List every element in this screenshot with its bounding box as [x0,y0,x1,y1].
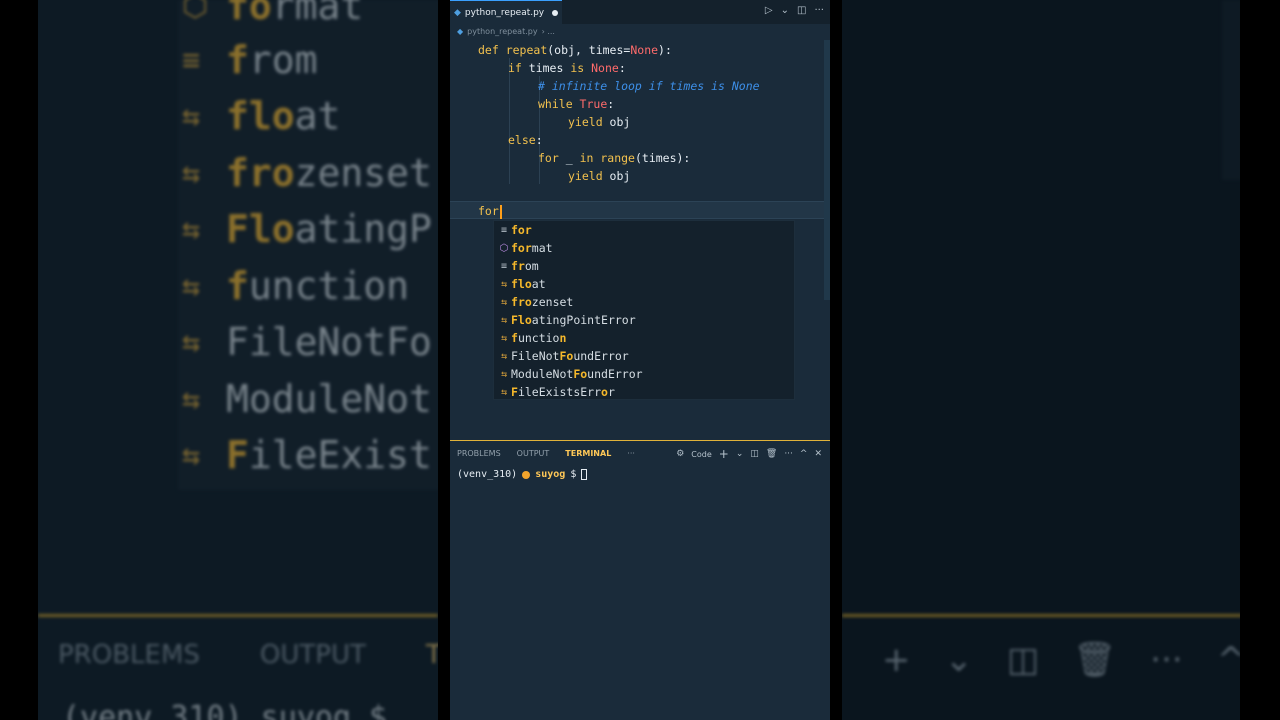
class-icon: ⇆ [500,368,508,380]
background-terminal-line: (venv_310) suyog $ [62,700,388,720]
keyword-icon: ≡ [500,224,508,236]
code-line: if times is None: [508,61,626,75]
tab-output[interactable]: OUTPUT [517,449,550,458]
background-panel-actions: +⌄◫🗑···^✕ [882,640,1280,680]
terminal-cursor [581,469,588,480]
code-line-current: for [478,202,502,220]
background-suggestion-row: ≡ f rom [182,38,318,82]
class-icon: ⇆ [500,350,508,362]
suggestion-item[interactable]: ⇆ Flo atingPointError [494,311,794,329]
new-terminal-icon[interactable]: + [719,447,729,461]
editor-scrollbar[interactable] [824,40,830,300]
code-line: yield obj [568,115,631,129]
background-left-blur: ⬡ fo rmat ≡ f rom ⇆ flo at ⇆ fro zenset ⇆ Flo atin… [0,0,438,720]
terminal-menu-chevron-icon[interactable]: ⌄ [736,449,744,459]
suggestion-item[interactable]: ⇆ ModuleNot Fo undError [494,365,794,383]
background-scrollbar [1222,0,1242,180]
background-left-content: ⬡ fo rmat ≡ f rom ⇆ flo at ⇆ fro zenset ⇆ Flo atin… [0,0,438,720]
unsaved-dot-icon[interactable] [552,9,559,16]
panel-tabs: PROBLEMS OUTPUT TERMINAL ··· [457,449,635,458]
close-panel-icon[interactable]: ✕ [814,449,822,459]
background-suggestion-row: ⇆ Flo atingP [182,207,432,251]
suggestion-item[interactable]: ⬡ fo r mat [494,239,794,257]
terminal-user: suyog [535,469,566,480]
split-terminal-icon[interactable]: ◫ [750,449,759,459]
background-letterbox-right [1240,0,1280,720]
panel-actions: ⚙ Code + ⌄ ◫ 🗑 ··· ^ ✕ [676,447,822,461]
background-suggestion-row: ⇆ f unction [182,264,410,308]
class-icon: ⇆ [500,332,508,344]
current-line-highlight [450,201,825,219]
more-actions-icon[interactable]: ··· [814,5,824,16]
background-letterbox-left [0,0,38,720]
class-icon: ⇆ [500,278,508,290]
split-editor-icon[interactable]: ◫ [797,5,806,16]
terminal-venv: (venv_310) [457,469,518,480]
code-comment: # infinite loop if times is None [538,79,760,93]
python-file-icon: ◆ [454,7,461,18]
autocomplete-suggestions: ≡ fo r ⬡ fo r mat ≡ f r om ⇆ flo at ⇆ f ro zense… [493,220,795,400]
panel-more-actions-icon[interactable]: ··· [784,449,793,459]
background-suggestion-row: ⇆ fro zenset [182,151,432,195]
tab-python-repeat[interactable]: ◆ python_repeat.py [450,0,562,24]
suggestion-item[interactable]: ≡ f r om [494,257,794,275]
panel-more-icon[interactable]: ··· [627,449,635,458]
python-file-icon: ◆ [457,27,464,36]
code-line: for _ in range(times): [538,151,691,165]
run-menu-chevron-icon[interactable]: ⌄ [781,5,789,16]
maximize-panel-icon[interactable]: ^ [800,449,808,459]
tab-filename: python_repeat.py [464,7,545,18]
background-right-content: +⌄◫🗑···^✕ [842,0,1280,720]
class-icon: ⇆ [500,386,508,398]
code-line: yield obj [568,169,631,183]
background-suggestion-row: ⇆ FileNotFo [182,320,432,364]
trash-icon[interactable]: 🗑 [766,449,777,459]
background-suggestion-row: ⇆ flo at [182,94,341,138]
suggestion-item[interactable]: ⇆ flo at [494,275,794,293]
code-editor-window: ◆ python_repeat.py ▷ ⌄ ◫ ··· ◆ python_re… [450,0,830,720]
breadcrumb-file[interactable]: python_repeat.py [467,27,537,36]
suggestion-item[interactable]: ⇆ f ro zenset [494,293,794,311]
code-line: else: [508,133,543,147]
terminal-prompt-symbol: $ [570,469,577,480]
background-suggestion-row: ⇆ FileExist [182,433,432,477]
background-panel-border [38,614,438,617]
code-line: def repeat(obj, times=None): [478,43,672,57]
user-emoji-icon [522,470,531,479]
suggestion-item[interactable]: ⇆ FileExistsErr o r [494,383,794,401]
terminal-prompt[interactable]: (venv_310) suyog $ [457,469,588,480]
tab-terminal[interactable]: TERMINAL [565,449,611,458]
suggestion-item[interactable]: ≡ fo r [494,221,794,239]
class-icon: ⇆ [500,296,508,308]
module-icon: ⬡ [499,242,509,254]
editor-actions: ▷ ⌄ ◫ ··· [765,5,824,16]
breadcrumb: ◆ python_repeat.py › ... [457,27,555,36]
background-panel-border [842,614,1242,617]
background-suggestion-row: ⬡ fo rmat [182,0,364,28]
background-suggestion-row: ⇆ ModuleNot [182,377,432,421]
tab-problems[interactable]: PROBLEMS [457,449,501,458]
shell-icon: ⚙ [676,449,685,459]
code-line: while True: [538,97,615,111]
text-cursor [499,204,502,219]
indent-guide [539,166,540,184]
shell-label[interactable]: Code [691,450,711,459]
editor-tab-bar: ◆ python_repeat.py ▷ ⌄ ◫ ··· [450,0,830,24]
keyword-icon: ≡ [500,260,508,272]
run-icon[interactable]: ▷ [765,5,773,16]
bottom-panel: PROBLEMS OUTPUT TERMINAL ··· ⚙ Code + ⌄ … [450,441,830,720]
suggestion-item[interactable]: ⇆ f unctio n [494,329,794,347]
background-right-blur: +⌄◫🗑···^✕ [842,0,1280,720]
class-icon: ⇆ [500,314,508,326]
suggestion-item[interactable]: ⇆ FileNot Fo undError [494,347,794,365]
background-panel-tabs: PROBLEMS OUTPUT TERM [58,640,438,670]
breadcrumb-separator: › ... [541,27,555,36]
